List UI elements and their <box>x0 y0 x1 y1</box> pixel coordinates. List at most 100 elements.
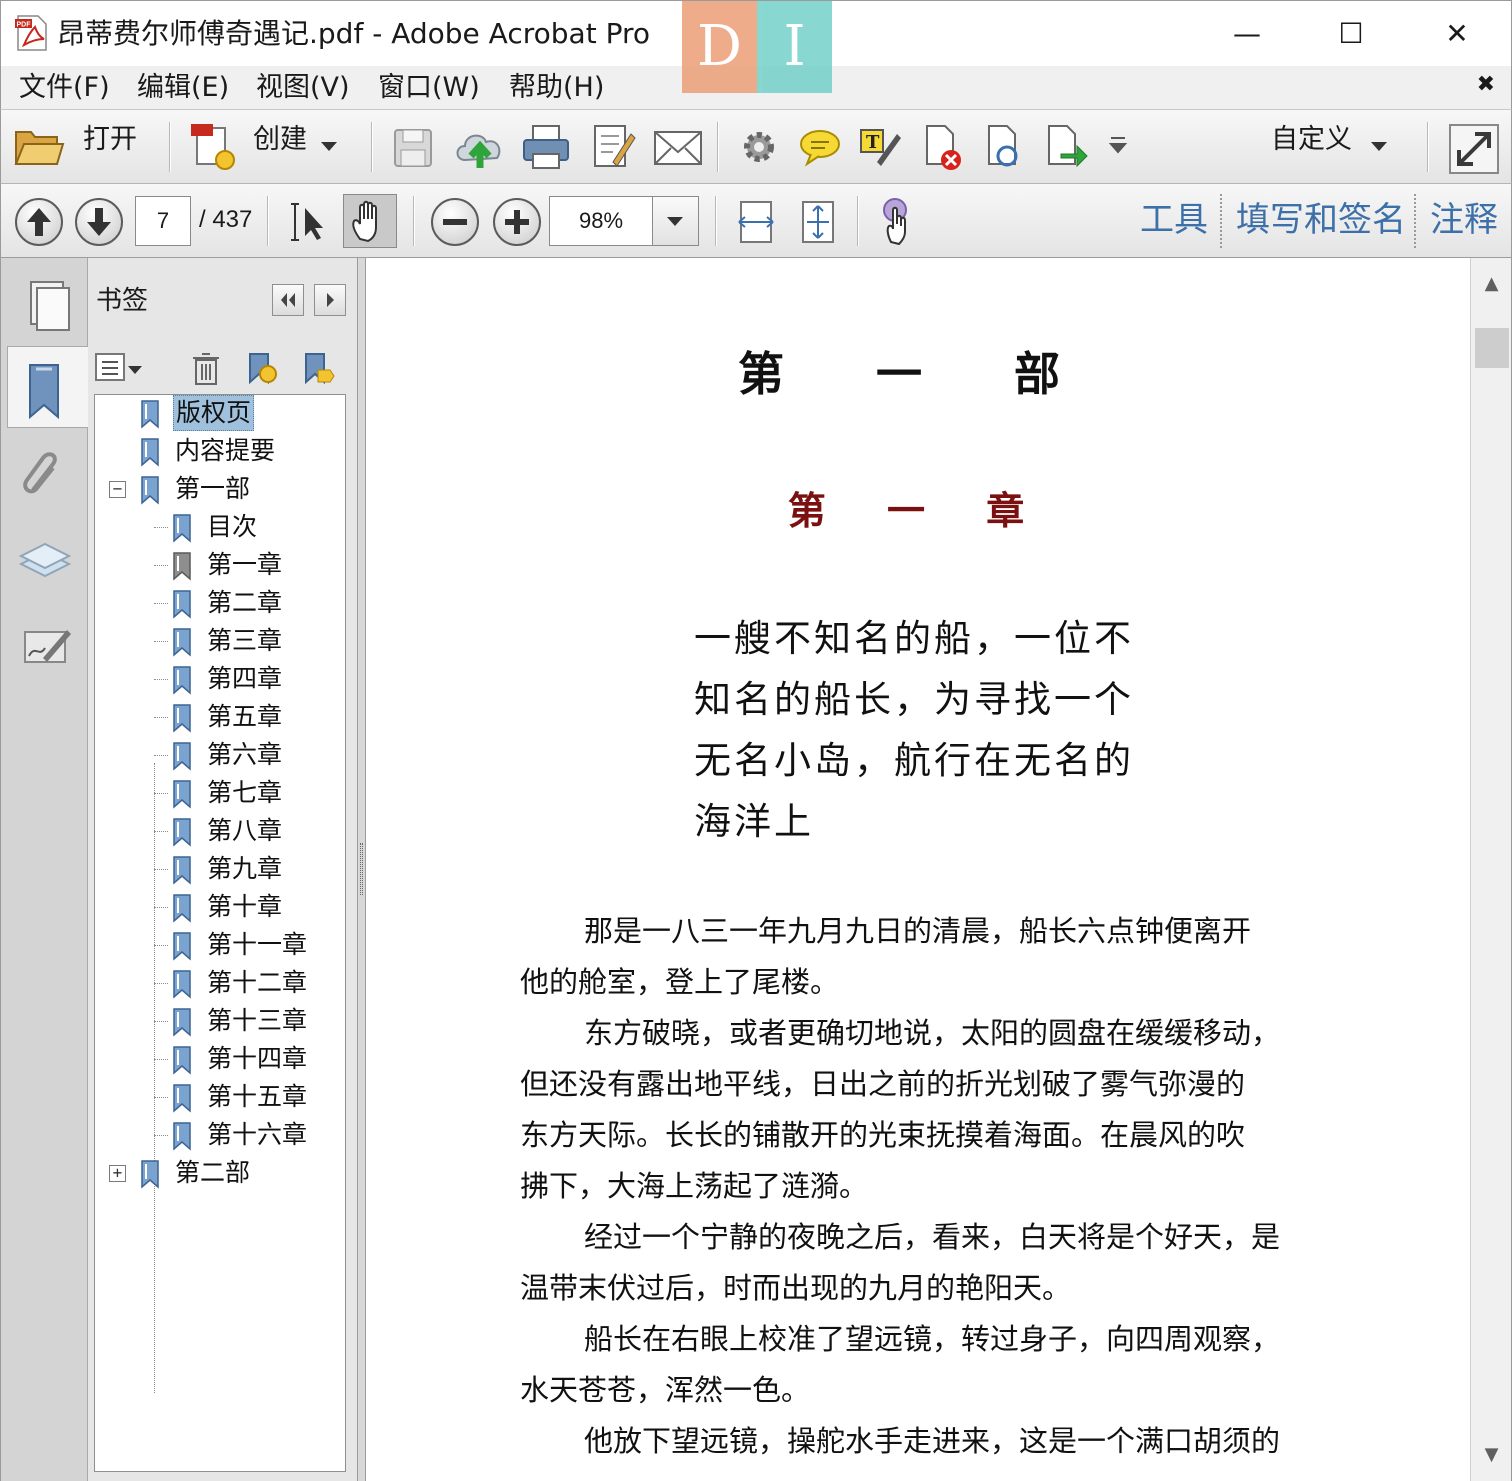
maximize-button[interactable]: ☐ <box>1299 1 1403 67</box>
highlight-text-icon[interactable]: T <box>859 120 903 174</box>
bookmark-icon <box>141 400 159 429</box>
bookmark-label: 第十一章 <box>207 930 308 959</box>
edit-document-icon[interactable] <box>591 120 637 174</box>
open-button[interactable]: 打开 <box>13 120 153 174</box>
customize-dropdown[interactable]: 自定义 <box>1269 120 1399 174</box>
create-button[interactable]: 创建 <box>189 120 349 174</box>
text-line: 但还没有露出地平线，日出之前的折光划破了雾气弥漫的 <box>520 1067 1246 1101</box>
document-viewport[interactable]: 第 一 部 第 一 章 一艘不知名的船，一位不 知名的船长，为寻找一个 无名小岛… <box>366 258 1470 1481</box>
expand-icon[interactable] <box>1449 122 1499 176</box>
customize-label: 自定义 <box>1271 124 1352 155</box>
export-icon[interactable] <box>1045 120 1089 174</box>
body-text: 那是一八三一年九月九日的清晨，船长六点钟便离开 他的舱室，登上了尾楼。 东方破晓，或… <box>520 906 1320 1467</box>
pdf-file-icon[interactable]: PDF <box>15 15 49 51</box>
print-icon[interactable] <box>521 120 571 174</box>
bookmark-icon <box>141 1160 159 1189</box>
fit-page-icon[interactable] <box>797 198 839 246</box>
fit-width-icon[interactable] <box>735 198 777 246</box>
expand-toggle[interactable]: + <box>109 1165 126 1182</box>
page-number-input[interactable]: 7 <box>135 196 191 246</box>
comment-icon[interactable] <box>799 120 841 174</box>
expand-bookmark-icon[interactable] <box>300 350 336 386</box>
cloud-upload-icon[interactable] <box>453 120 507 174</box>
touch-read-icon[interactable] <box>877 196 921 246</box>
part-title: 第 一 部 <box>737 347 1099 401</box>
collapse-toggle[interactable]: − <box>109 481 126 498</box>
toolbar-separator <box>371 122 373 172</box>
tree-guide-line <box>154 603 168 604</box>
search-document-icon[interactable] <box>983 120 1027 174</box>
menu-file[interactable]: 文件(F) <box>19 70 110 106</box>
tree-guide-line <box>154 763 155 1393</box>
panel-splitter[interactable] <box>358 258 366 1481</box>
minimize-button[interactable]: — <box>1195 1 1299 67</box>
attachments-button[interactable] <box>9 434 81 516</box>
zoom-select[interactable]: 98% <box>549 196 699 246</box>
title-bar: PDF 昂蒂费尔师傅奇遇记.pdf - Adobe Acrobat Pro D … <box>0 0 1512 93</box>
toolbar-separator <box>717 122 719 172</box>
next-page-button[interactable] <box>75 198 123 246</box>
chevron-right-icon <box>327 293 334 307</box>
page-thumbnails-button[interactable] <box>9 266 81 348</box>
text-line: 他的舱室，登上了尾楼。 <box>520 965 840 999</box>
menu-window[interactable]: 窗口(W) <box>378 70 480 106</box>
tree-guide-line <box>154 1021 168 1022</box>
bookmark-label: 版权页 <box>173 395 255 431</box>
tab-tools[interactable]: 工具 <box>1140 198 1208 242</box>
tab-comment[interactable]: 注释 <box>1430 198 1498 242</box>
splitter-grip[interactable] <box>360 843 363 895</box>
save-icon[interactable] <box>391 120 435 174</box>
bookmark-icon <box>173 704 191 733</box>
toolbar-separator <box>1427 122 1429 172</box>
toolbar-separator <box>267 196 269 246</box>
tab-fill-sign[interactable]: 填写和签名 <box>1236 198 1406 242</box>
trash-icon[interactable] <box>190 350 222 386</box>
previous-page-button[interactable] <box>15 198 63 246</box>
bookmark-icon <box>173 1008 191 1037</box>
zoom-dropdown-button[interactable] <box>652 197 698 245</box>
create-label: 创建 <box>253 124 307 155</box>
scroll-thumb[interactable] <box>1475 328 1509 368</box>
expand-panel-button[interactable] <box>314 284 346 316</box>
window-title: 昂蒂费尔师傅奇遇记.pdf - Adobe Acrobat Pro <box>57 17 650 50</box>
tree-guide-line <box>154 1135 168 1136</box>
scroll-up-button[interactable]: ▲ <box>1471 258 1512 310</box>
select-cursor-icon[interactable] <box>287 200 331 244</box>
collapse-panel-button[interactable] <box>272 284 304 316</box>
zoom-in-button[interactable] <box>493 198 541 246</box>
new-bookmark-icon[interactable] <box>244 350 280 386</box>
vertical-scrollbar[interactable]: ▲ ▼ <box>1470 258 1512 1481</box>
menu-edit[interactable]: 编辑(E) <box>137 70 229 106</box>
email-icon[interactable] <box>653 120 703 174</box>
layers-button[interactable] <box>9 518 81 600</box>
scroll-down-button[interactable]: ▼ <box>1471 1429 1512 1481</box>
bookmark-icon <box>173 780 191 809</box>
close-document-button[interactable]: ✖ <box>1477 72 1495 97</box>
zoom-value[interactable]: 98% <box>550 197 652 245</box>
menu-help[interactable]: 帮助(H) <box>509 70 604 106</box>
tree-guide-line <box>154 945 168 946</box>
bookmark-label: 第十六章 <box>207 1120 308 1149</box>
bookmark-icon <box>173 1084 191 1113</box>
toolbar-separator <box>715 196 717 246</box>
tree-guide-line <box>154 983 168 984</box>
menu-view[interactable]: 视图(V) <box>256 70 350 106</box>
pane-separator <box>1220 194 1222 248</box>
hand-tool-button[interactable] <box>343 194 397 248</box>
gear-icon[interactable] <box>739 120 779 174</box>
tree-guide-line <box>154 641 168 642</box>
bookmark-icon <box>173 514 191 543</box>
close-window-button[interactable]: ✕ <box>1405 1 1509 67</box>
navigation-toolbar: 7 / 437 98% 工具 填写和签名 注释 <box>0 184 1512 258</box>
bookmark-label: 第十三章 <box>207 1006 308 1035</box>
signatures-button[interactable] <box>9 602 81 684</box>
toolbar-separator <box>169 122 171 172</box>
toolbar-overflow-icon[interactable] <box>1107 120 1129 174</box>
bookmarks-panel-button[interactable] <box>7 346 89 428</box>
zoom-out-button[interactable] <box>431 198 479 246</box>
epigraph-line: 无名小岛，航行在无名的 <box>694 739 1134 782</box>
bookmark-icon <box>173 552 191 581</box>
delete-pdf-icon[interactable] <box>921 120 965 174</box>
options-menu-icon[interactable] <box>94 350 146 386</box>
bookmark-label: 第八章 <box>207 816 283 845</box>
